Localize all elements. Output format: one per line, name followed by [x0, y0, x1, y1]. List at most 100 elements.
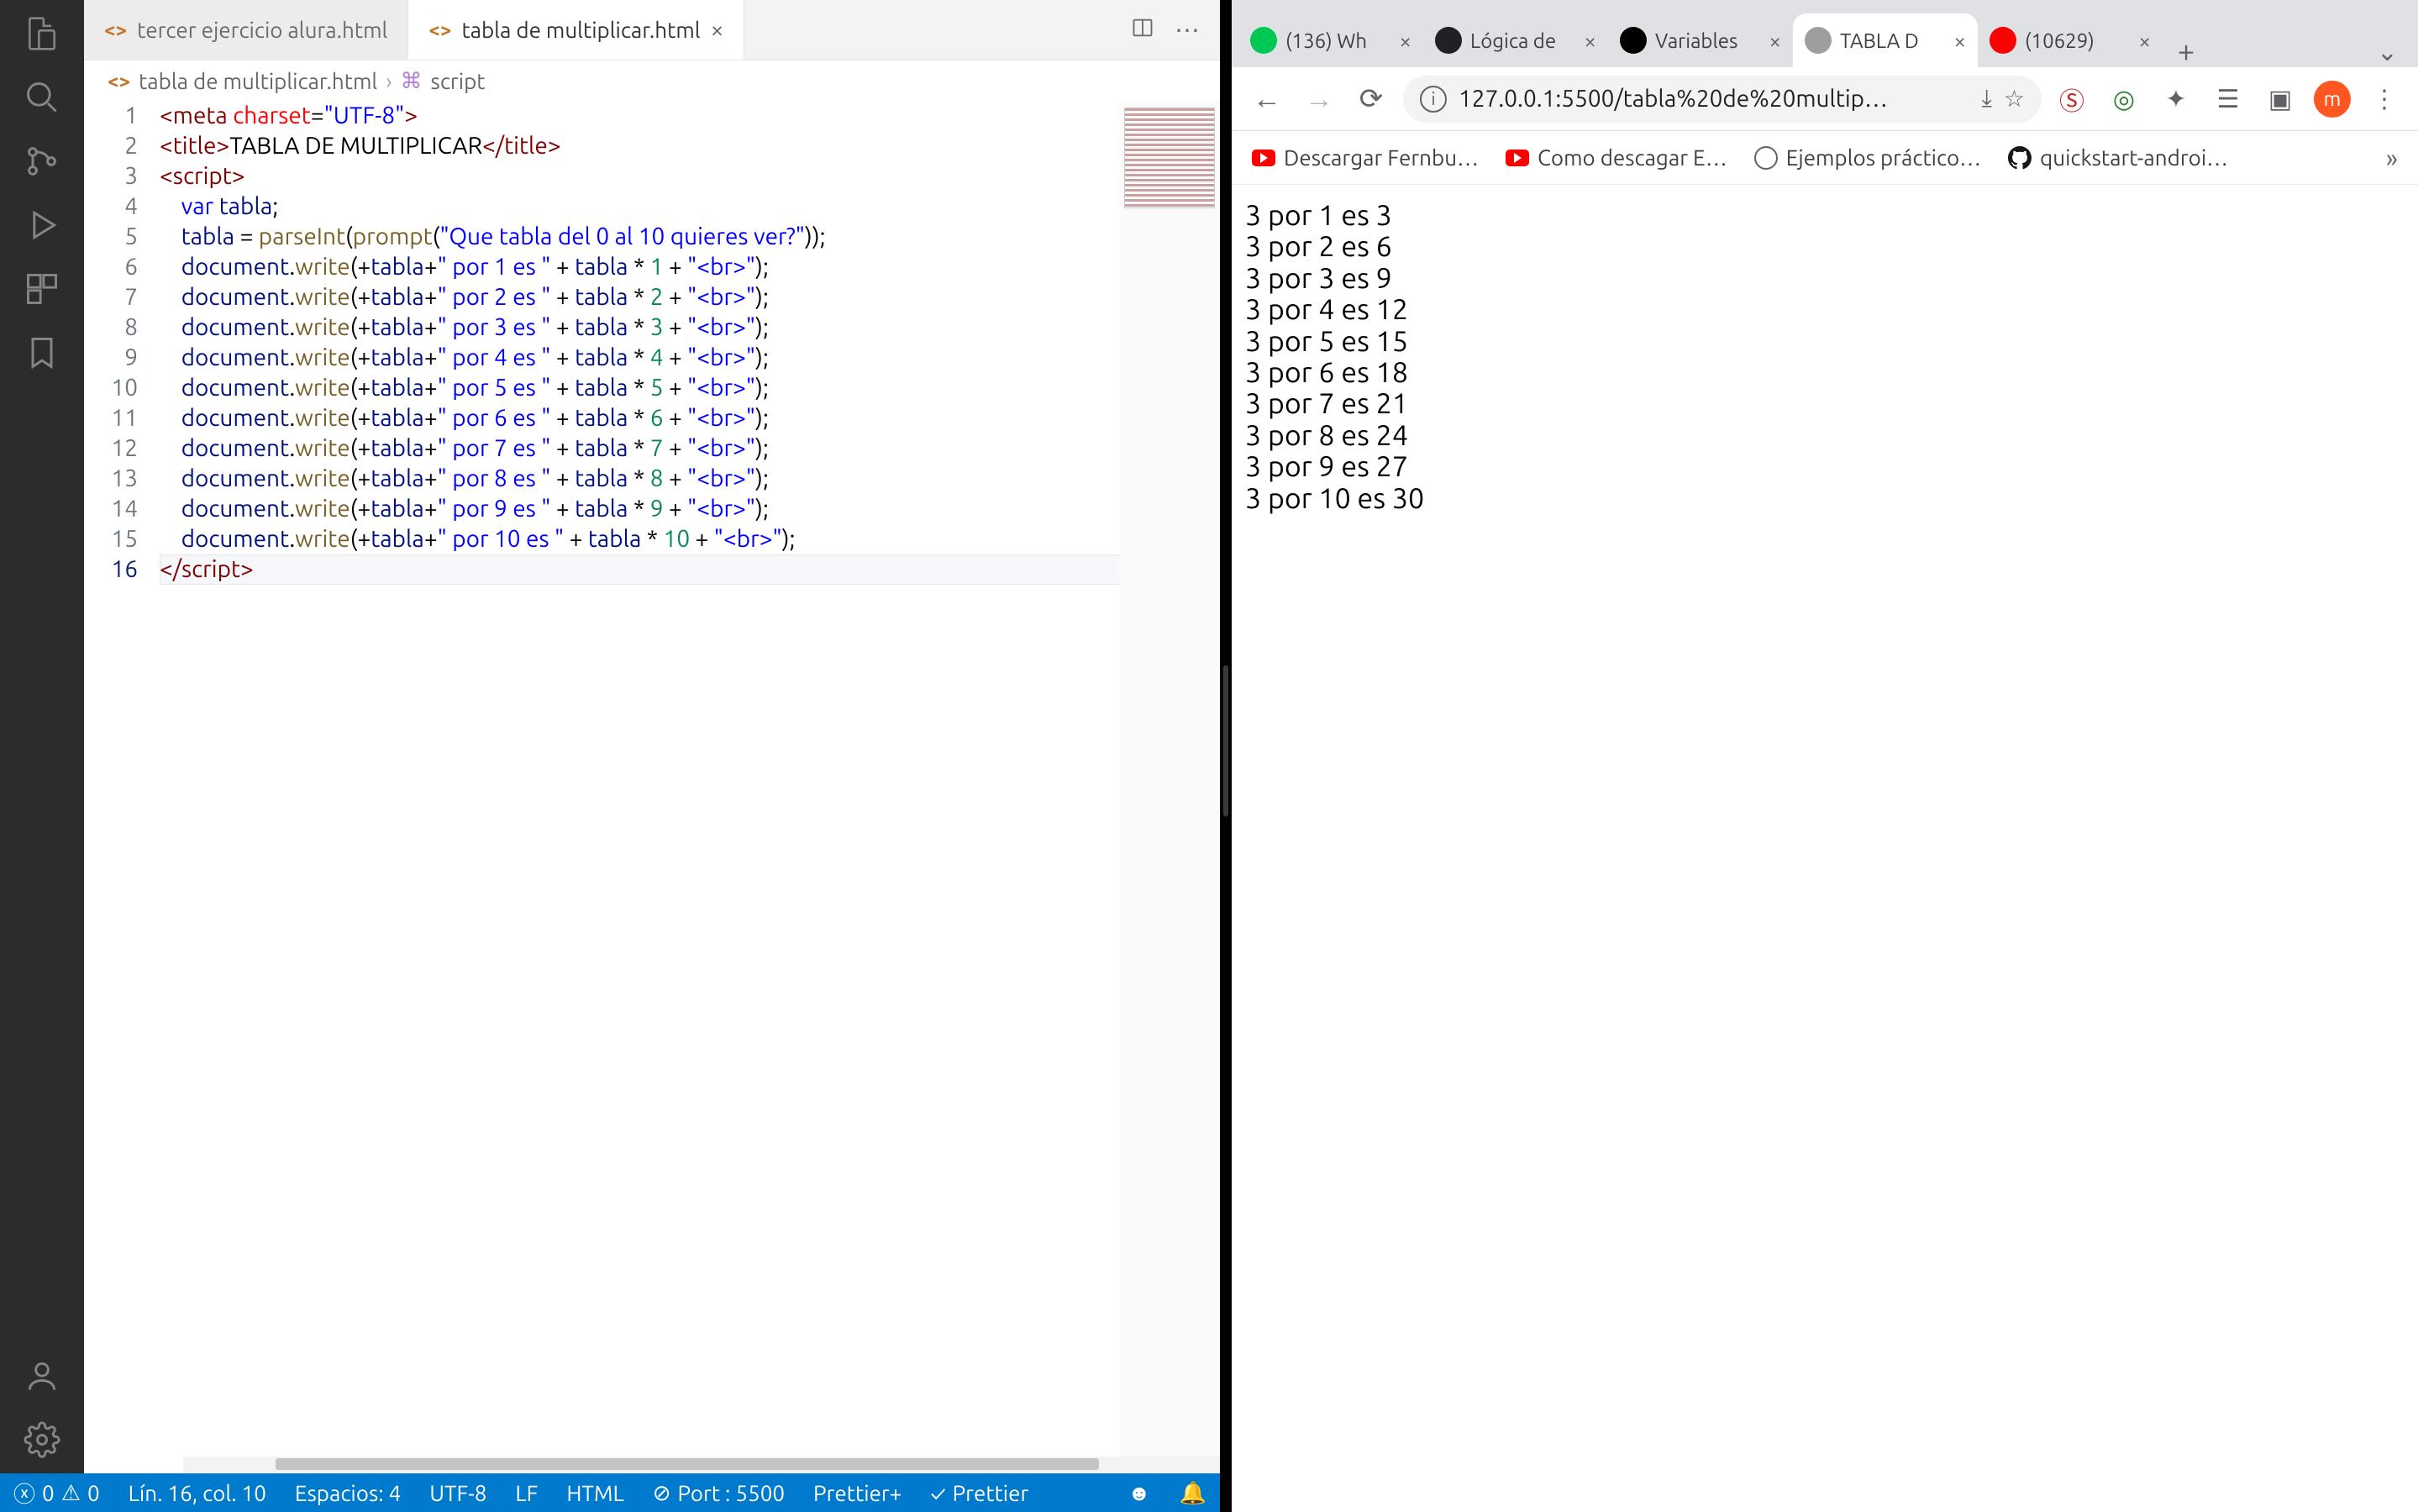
browser-tab-1[interactable]: Lógica de× — [1423, 13, 1608, 67]
source-control-icon[interactable] — [22, 141, 62, 181]
chrome-menu-icon[interactable]: ⋮ — [2366, 81, 2403, 118]
status-feedback-icon[interactable]: ☻ — [1128, 1480, 1150, 1506]
reading-list-icon[interactable]: ☰ — [2210, 81, 2247, 118]
breadcrumbs[interactable]: <> tabla de multiplicar.html › ⌘ script — [84, 60, 1220, 101]
code-line[interactable]: document.write(+tabla+" por 10 es " + ta… — [160, 524, 1212, 554]
code-line[interactable]: <script> — [160, 161, 1212, 192]
line-number: 3 — [84, 161, 138, 192]
split-editor-icon[interactable] — [1131, 16, 1154, 45]
status-spaces[interactable]: Espacios: 4 — [295, 1481, 401, 1505]
extensions-icon[interactable] — [22, 269, 62, 309]
code-line[interactable]: document.write(+tabla+" por 8 es " + tab… — [160, 464, 1212, 494]
code-line[interactable]: document.write(+tabla+" por 1 es " + tab… — [160, 252, 1212, 282]
bookmark-0[interactable]: Descargar Fernbu… — [1252, 145, 1479, 170]
search-icon[interactable] — [22, 77, 62, 118]
browser-tab-title: (10629) — [2025, 29, 2095, 52]
tab-dropdown-icon[interactable]: ⌄ — [2363, 37, 2411, 67]
code-line[interactable]: document.write(+tabla+" por 9 es " + tab… — [160, 494, 1212, 524]
bookmark-label: quickstart-androi… — [2040, 145, 2228, 170]
status-prettier[interactable]: ✓ Prettier — [930, 1481, 1028, 1505]
html-file-icon: <> — [108, 70, 130, 92]
close-icon[interactable]: × — [1769, 29, 1781, 53]
side-panel-icon[interactable]: ▣ — [2262, 81, 2299, 118]
bookmark-3[interactable]: quickstart-androi… — [2008, 145, 2228, 170]
line-number: 9 — [84, 343, 138, 373]
page-line: 3 por 10 es 30 — [1245, 483, 2405, 514]
forward-button[interactable]: → — [1299, 79, 1339, 119]
favicon — [1620, 27, 1647, 54]
page-line: 3 por 4 es 12 — [1245, 294, 2405, 325]
browser-toolbar: ← → ⟳ i 127.0.0.1:5500/tabla%20de%20mult… — [1232, 67, 2418, 131]
line-number: 13 — [84, 464, 138, 494]
extension-icon[interactable]: Ⓢ — [2053, 81, 2090, 118]
browser-tab-0[interactable]: (136) Wh× — [1238, 13, 1423, 67]
status-bell-icon[interactable]: 🔔 — [1180, 1480, 1206, 1506]
code-area[interactable]: <meta charset="UTF-8"><title>TABLA DE MU… — [160, 101, 1220, 1457]
minimap[interactable] — [1119, 101, 1220, 1457]
new-tab-button[interactable]: + — [2163, 33, 2210, 67]
status-port[interactable]: ⊘Port : 5500 — [653, 1480, 785, 1506]
profile-avatar[interactable]: m — [2314, 81, 2351, 118]
status-eol[interactable]: LF — [515, 1481, 538, 1505]
editor-tab-1[interactable]: <> tabla de multiplicar.html × — [408, 0, 744, 60]
bookmarks-icon[interactable] — [22, 333, 62, 373]
bookmark-2[interactable]: Ejemplos práctico… — [1754, 145, 1981, 170]
line-number: 11 — [84, 403, 138, 433]
page-line: 3 por 1 es 3 — [1245, 200, 2405, 231]
line-number: 14 — [84, 494, 138, 524]
code-line[interactable]: document.write(+tabla+" por 5 es " + tab… — [160, 373, 1212, 403]
code-line[interactable]: <meta charset="UTF-8"> — [160, 101, 1212, 131]
browser-tab-title: Variables — [1655, 29, 1737, 52]
account-icon[interactable] — [22, 1356, 62, 1396]
address-bar[interactable]: i 127.0.0.1:5500/tabla%20de%20multip… ⤓ … — [1403, 76, 2042, 123]
close-icon[interactable]: × — [1584, 29, 1596, 53]
code-line[interactable]: <title>TABLA DE MULTIPLICAR</title> — [160, 131, 1212, 161]
site-info-icon[interactable]: i — [1420, 86, 1447, 113]
close-icon[interactable]: × — [711, 17, 724, 43]
status-encoding[interactable]: UTF-8 — [429, 1481, 486, 1505]
back-button[interactable]: ← — [1247, 79, 1287, 119]
favicon — [1990, 27, 2016, 54]
code-line[interactable]: document.write(+tabla+" por 2 es " + tab… — [160, 282, 1212, 312]
settings-gear-icon[interactable] — [22, 1420, 62, 1460]
browser-tab-2[interactable]: Variables × — [1608, 13, 1793, 67]
split-divider[interactable] — [1220, 0, 1232, 1512]
code-line[interactable]: document.write(+tabla+" por 3 es " + tab… — [160, 312, 1212, 343]
code-line[interactable]: document.write(+tabla+" por 6 es " + tab… — [160, 403, 1212, 433]
run-debug-icon[interactable] — [22, 205, 62, 245]
toolbar-right-cluster: Ⓢ ◎ ✦ ☰ ▣ m ⋮ — [2053, 81, 2403, 118]
code-line[interactable]: tabla = parseInt(prompt("Que tabla del 0… — [160, 222, 1212, 252]
install-app-icon[interactable]: ⤓ — [1982, 85, 1992, 113]
code-line[interactable]: </script> — [160, 554, 1212, 585]
editor-group: <> tercer ejercicio alura.html <> tabla … — [84, 0, 1220, 1473]
bookmark-label: Ejemplos práctico… — [1786, 145, 1981, 170]
editor-tab-label: tabla de multiplicar.html — [461, 18, 700, 42]
reload-button[interactable]: ⟳ — [1351, 79, 1391, 119]
bookmarks-overflow-icon[interactable]: » — [2386, 144, 2398, 172]
status-prettier-plus[interactable]: Prettier+ — [813, 1481, 901, 1505]
status-language[interactable]: HTML — [566, 1481, 623, 1505]
close-icon[interactable]: × — [1399, 29, 1411, 53]
bookmark-star-icon[interactable]: ☆ — [2004, 85, 2025, 113]
code-line[interactable]: document.write(+tabla+" por 4 es " + tab… — [160, 343, 1212, 373]
close-icon[interactable]: × — [2138, 29, 2151, 53]
github-icon — [2008, 146, 2032, 170]
explorer-icon[interactable] — [22, 13, 62, 54]
bookmarks-bar: Descargar Fernbu… Como descagar E… Ejemplo… — [1232, 131, 2418, 185]
close-icon[interactable]: × — [1953, 29, 1966, 53]
editor-body[interactable]: 12345678910111213141516 <meta charset="U… — [84, 101, 1220, 1457]
browser-tab-4[interactable]: (10629) × — [1978, 13, 2163, 67]
scrollbar-thumb[interactable] — [276, 1458, 1099, 1470]
editor-tab-0[interactable]: <> tercer ejercicio alura.html — [84, 0, 408, 60]
editor-tab-actions: ⋯ — [1111, 0, 1220, 60]
code-line[interactable]: document.write(+tabla+" por 7 es " + tab… — [160, 433, 1212, 464]
horizontal-scrollbar[interactable] — [183, 1457, 1220, 1473]
code-line[interactable]: var tabla; — [160, 192, 1212, 222]
browser-tab-3[interactable]: TABLA D× — [1793, 13, 1978, 67]
extension-icon[interactable]: ◎ — [2105, 81, 2142, 118]
more-actions-icon[interactable]: ⋯ — [1175, 15, 1200, 45]
extensions-puzzle-icon[interactable]: ✦ — [2158, 81, 2195, 118]
status-problems[interactable]: ⓧ0 ⚠0 — [13, 1478, 100, 1509]
status-cursor[interactable]: Lín. 16, col. 10 — [129, 1481, 266, 1505]
bookmark-1[interactable]: Como descagar E… — [1506, 145, 1727, 170]
